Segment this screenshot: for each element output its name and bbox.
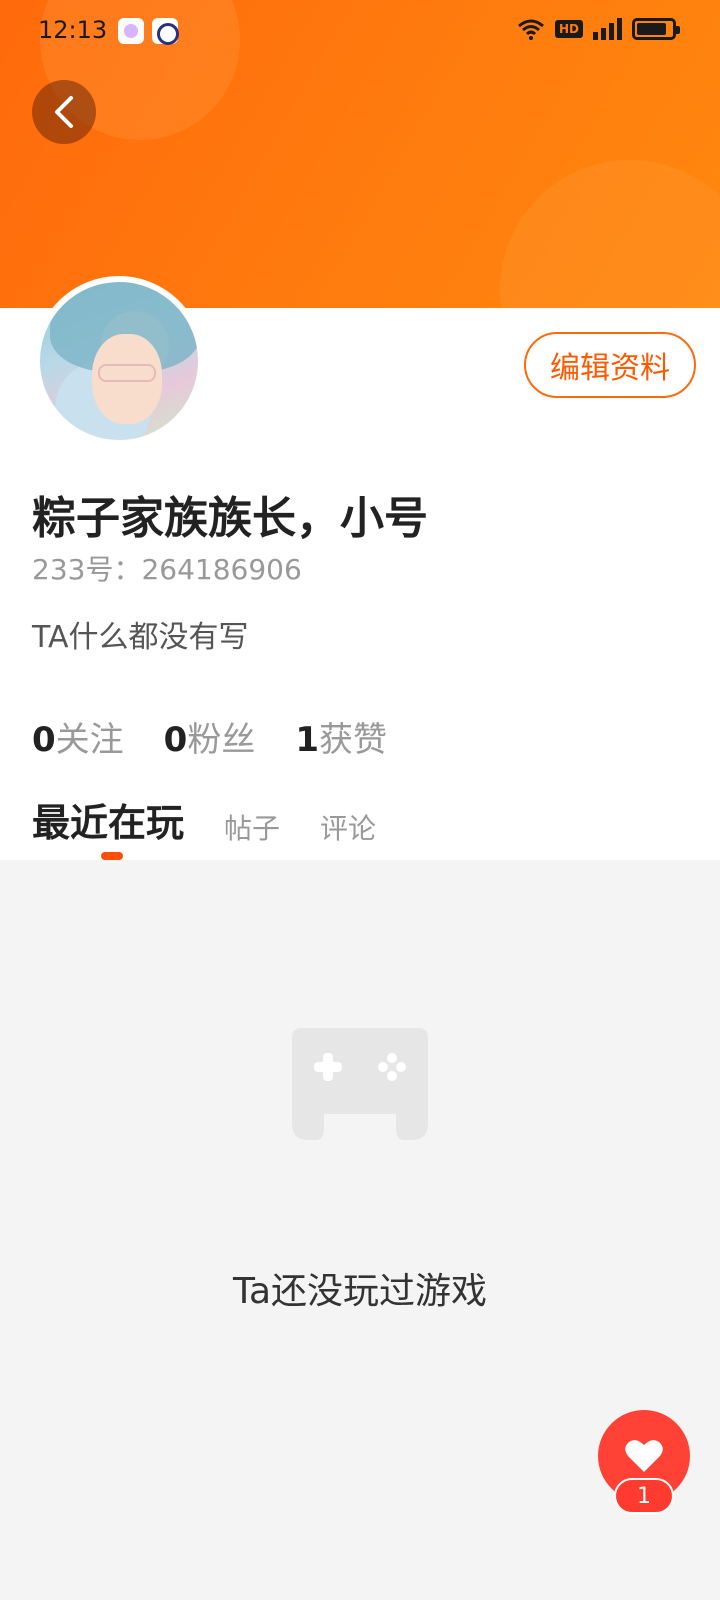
chevron-left-icon — [55, 96, 73, 128]
battery-icon — [632, 18, 680, 40]
avatar-glasses — [98, 364, 156, 382]
back-button[interactable] — [32, 80, 96, 144]
notification-app-icon — [152, 18, 179, 45]
stats-row: 0关注 0粉丝 1获赞 — [32, 712, 387, 761]
empty-state-text: Ta还没玩过游戏 — [232, 1271, 488, 1312]
nickname: 粽子家族族长，小号 — [32, 493, 428, 544]
profile-tabs: 最近在玩 帖子 评论 — [32, 792, 376, 847]
active-tab-indicator — [101, 852, 123, 860]
tab-posts[interactable]: 帖子 — [224, 807, 280, 847]
status-time: 12:13 — [38, 16, 108, 44]
header-decoration — [500, 160, 720, 308]
status-bar: 12:13 HD — [0, 0, 720, 64]
notification-app-icon — [118, 18, 144, 44]
heart-icon — [625, 1440, 663, 1472]
likes-label: 获赞 — [319, 720, 388, 760]
gamepad-icon — [292, 1028, 428, 1140]
tab-comments[interactable]: 评论 — [320, 807, 376, 847]
battery-fill — [637, 23, 666, 35]
following-stat[interactable]: 0关注 — [32, 712, 124, 761]
following-count: 0 — [32, 720, 56, 760]
avatar[interactable] — [34, 276, 204, 446]
like-count-badge: 1 — [614, 1478, 674, 1514]
signal-icon — [593, 18, 622, 40]
user-id: 233号：264186906 — [32, 553, 302, 586]
status-icons: HD — [517, 18, 680, 40]
followers-stat[interactable]: 0粉丝 — [164, 712, 256, 761]
followers-count: 0 — [163, 720, 188, 760]
bio: TA什么都没有写 — [32, 620, 249, 655]
likes-count: 1 — [295, 720, 320, 760]
followers-label: 粉丝 — [187, 720, 256, 760]
following-label: 关注 — [55, 720, 124, 760]
tab-recently-played[interactable]: 最近在玩 — [32, 792, 184, 847]
hd-badge: HD — [554, 20, 583, 38]
edit-profile-button[interactable]: 编辑资料 — [524, 332, 696, 398]
likes-stat[interactable]: 1获赞 — [295, 712, 387, 761]
wifi-icon — [518, 19, 544, 40]
